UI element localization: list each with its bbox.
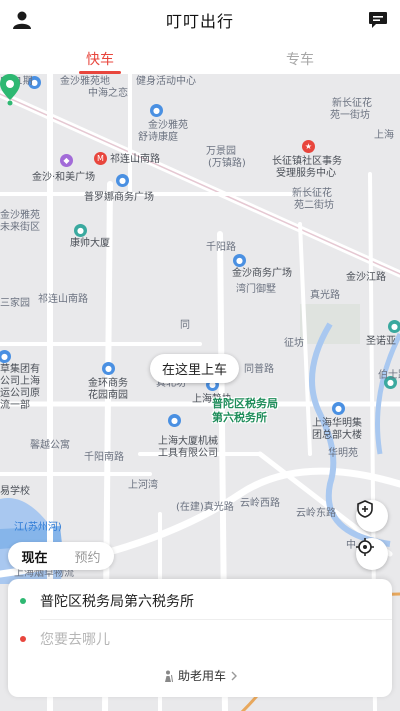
- map-label: 云岭东路: [296, 508, 336, 519]
- map-label: 云岭西路: [240, 498, 280, 509]
- tab-now[interactable]: 现在: [8, 547, 61, 566]
- map-label: 花园南园: [88, 390, 128, 401]
- map-label: 万景园: [206, 146, 236, 157]
- map-label: 金沙·和美广场: [32, 172, 96, 183]
- message-icon[interactable]: [368, 11, 388, 29]
- pickup-bubble[interactable]: 在这里上车: [150, 354, 240, 383]
- map-label: 易学校: [0, 486, 30, 497]
- map-label: 流一部: [0, 400, 30, 411]
- map-label: 馨越公寓: [30, 440, 70, 451]
- map-label: 江(苏州河): [14, 522, 62, 533]
- map-label: 三家园: [0, 298, 30, 309]
- time-tabs: 现在 预约: [8, 542, 114, 570]
- destination-placeholder: 您要去哪儿: [40, 632, 110, 648]
- poi-icon: ●: [233, 254, 246, 267]
- map-label: 华明苑: [328, 448, 358, 459]
- destination-row[interactable]: 您要去哪儿: [8, 621, 392, 657]
- map-label: 中海之恋: [88, 88, 128, 99]
- map-label: 圣诺亚: [366, 336, 396, 347]
- pickup-location-label: 普陀区税务局 第六税务所: [212, 397, 278, 425]
- start-location-row[interactable]: 普陀区税务局第六税务所: [8, 583, 392, 619]
- pickup-label-line2: 第六税务所: [212, 411, 267, 424]
- map-label: 苑二街坊: [294, 200, 334, 211]
- map-label: 长征镇社区事务: [272, 156, 342, 167]
- map-label: 新长征花: [292, 188, 332, 199]
- metro-icon: M: [94, 152, 107, 165]
- map-label: 祁连山南路: [110, 154, 160, 165]
- locate-icon: [356, 538, 374, 556]
- map-label: 未来街区: [0, 222, 40, 233]
- map-label: 受理服务中心: [276, 168, 336, 179]
- poi-icon: ●: [116, 174, 129, 187]
- map-label: 真光路: [310, 290, 340, 301]
- locate-button[interactable]: [356, 538, 388, 570]
- trip-card: 普陀区税务局第六税务所 您要去哪儿 助老用车: [8, 579, 392, 697]
- pickup-label-line1: 普陀区税务局: [212, 397, 278, 410]
- poi-icon: ●: [168, 414, 181, 427]
- poi-icon: ●: [150, 104, 163, 117]
- service-tabs: 快车 专车: [0, 40, 400, 74]
- start-location-text: 普陀区税务局第六税务所: [40, 594, 194, 610]
- map-label: 运公司原: [0, 388, 40, 399]
- map-label: 上海华明集: [312, 418, 362, 429]
- map-label: 中: [346, 540, 356, 551]
- map-label: 千阳路: [206, 242, 236, 253]
- map-label: 公司上海: [0, 376, 40, 387]
- poi-icon: ◆: [60, 154, 73, 167]
- poi-icon: ●: [332, 402, 345, 415]
- map-label: 金沙雅苑: [0, 210, 40, 221]
- map-label: 上海: [374, 130, 394, 141]
- map-label: 金环商务: [88, 378, 128, 389]
- tab-express[interactable]: 快车: [0, 40, 200, 74]
- map-label: 工具有限公司: [158, 448, 218, 459]
- map-label: 湾门御墅: [236, 284, 276, 295]
- map-label: 金沙雅苑地: [60, 76, 110, 87]
- map-label: 同普路: [244, 364, 274, 375]
- map-label: 上河湾: [128, 480, 158, 491]
- poi-icon: ●: [74, 224, 87, 237]
- start-dot-icon: [20, 598, 26, 604]
- map-label: (在建)真光路: [176, 502, 234, 513]
- poi-icon: ★: [302, 140, 315, 153]
- poi-icon: ●: [388, 320, 400, 333]
- map-label: 征坊: [284, 338, 304, 349]
- map-label: 金沙商务广场: [232, 268, 292, 279]
- map-label: 团总部大楼: [312, 430, 362, 441]
- map-label: 苑一街坊: [330, 110, 370, 121]
- shield-icon: [357, 500, 373, 518]
- tab-premium[interactable]: 专车: [200, 40, 400, 74]
- map-label: 千阳南路: [84, 452, 124, 463]
- elderly-ride-label: 助老用车: [177, 669, 226, 683]
- map-label: 草集团有: [0, 364, 40, 375]
- poi-icon: ●: [102, 362, 115, 375]
- map-label: 祁连山南路: [38, 294, 88, 305]
- app-title: 叮叮出行: [165, 12, 234, 31]
- map-label: 新长征花: [332, 98, 372, 109]
- user-icon[interactable]: [12, 11, 32, 29]
- app-header: 叮叮出行: [0, 0, 400, 40]
- safety-button[interactable]: [356, 500, 388, 532]
- map-label: 金沙雅苑: [148, 120, 188, 131]
- destination-dot-icon: [20, 636, 26, 642]
- elderly-icon: [164, 670, 173, 682]
- map-label: 伯士路: [378, 370, 400, 381]
- map-label: 普罗娜商务广场: [84, 192, 154, 203]
- map-label: 健身活动中心: [136, 76, 196, 87]
- map-label: 同: [180, 320, 190, 331]
- map-label: 康帅大厦: [70, 238, 110, 249]
- map-label: 舒诗康庭: [138, 132, 178, 143]
- pickup-pin-icon: [0, 74, 20, 106]
- map-label: 金沙江路: [346, 272, 386, 283]
- chevron-right-icon: [231, 671, 237, 680]
- divider: [40, 619, 392, 620]
- tab-reserve[interactable]: 预约: [61, 547, 114, 566]
- map-label: (万镇路): [208, 158, 246, 169]
- map-label: 上海大厦机械: [158, 436, 218, 447]
- elderly-ride-link[interactable]: 助老用车: [8, 667, 392, 684]
